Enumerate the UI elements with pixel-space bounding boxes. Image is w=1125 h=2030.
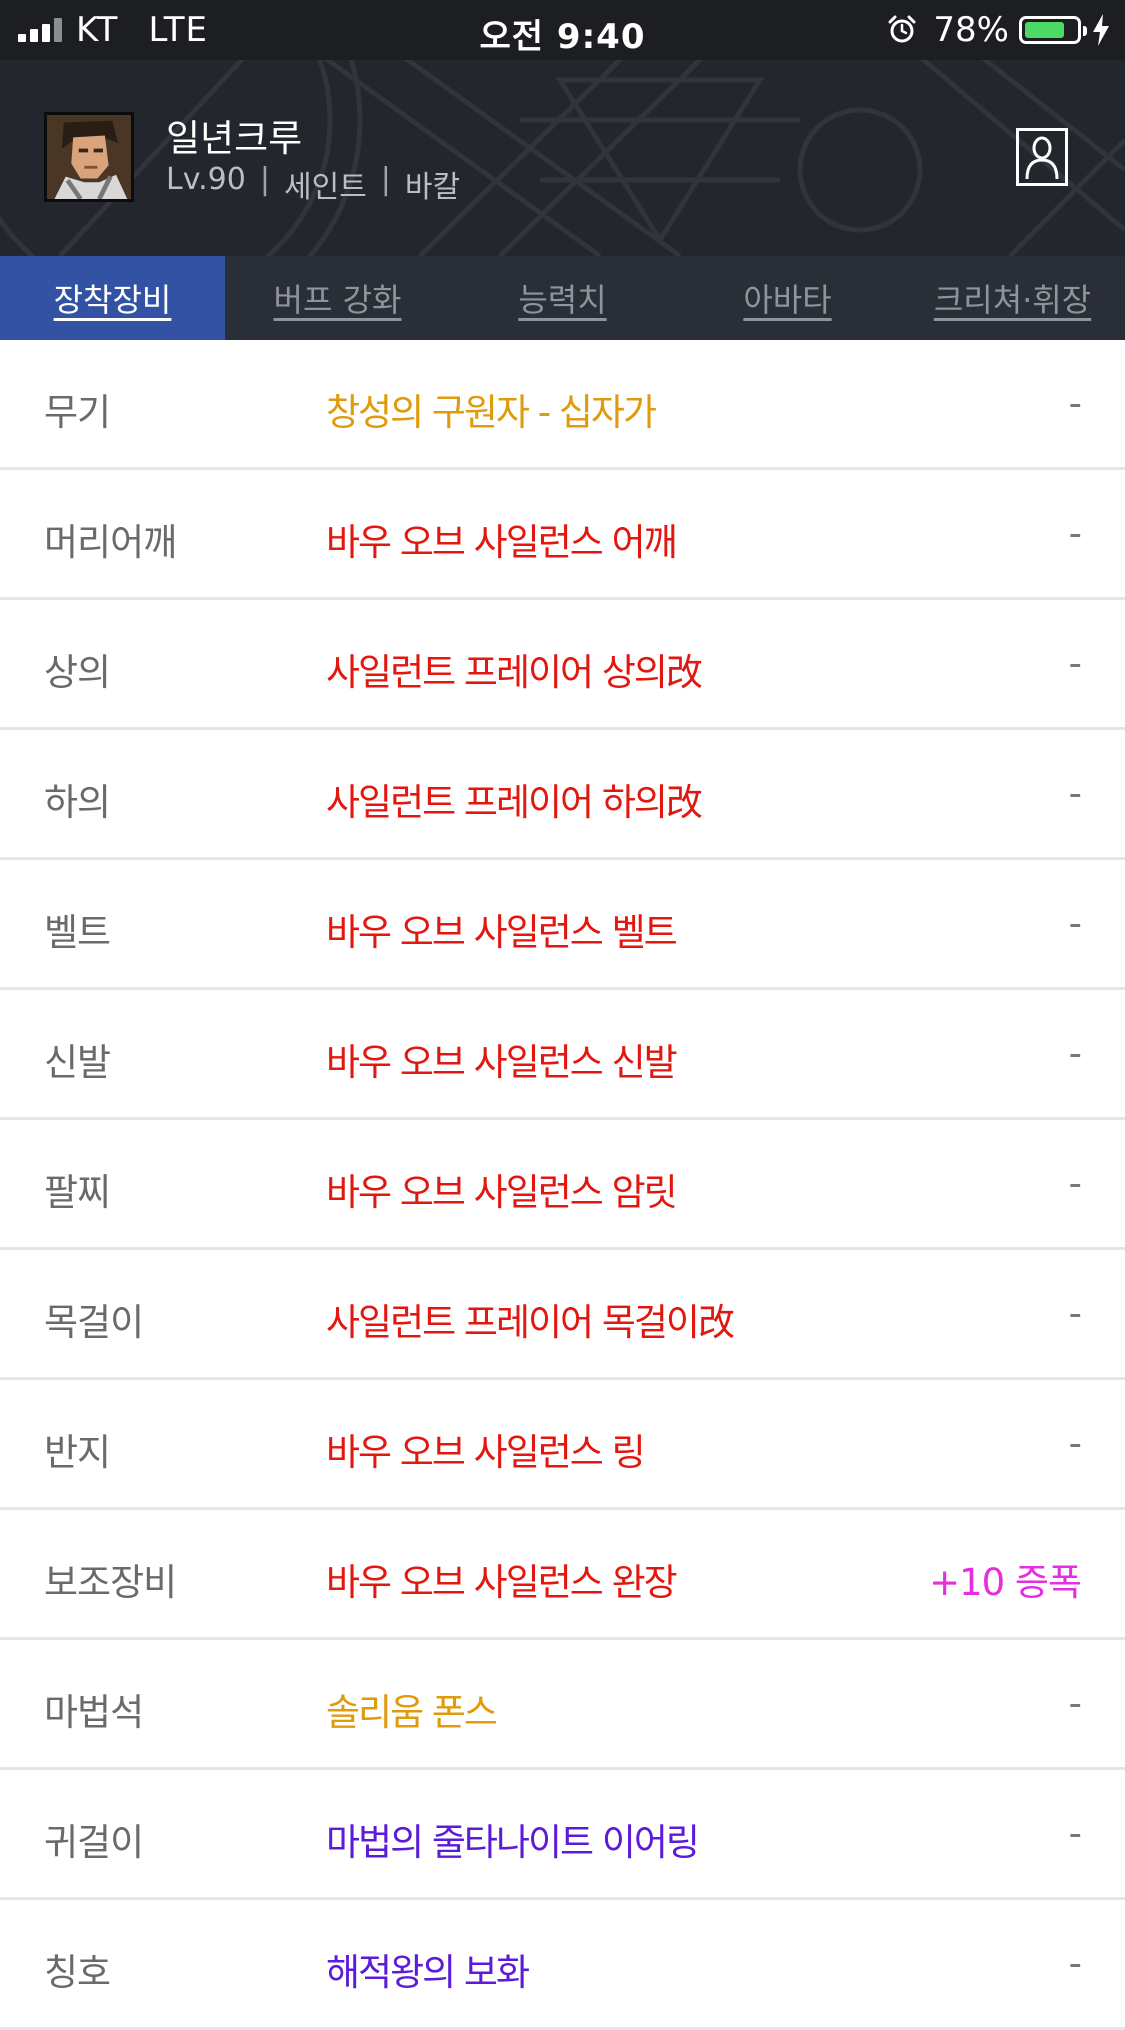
equipment-slot-label: 반지 [44,1431,111,1474]
profile-button[interactable] [1016,128,1068,186]
equipment-slot-label: 팔찌 [44,1171,111,1214]
equipment-item-name[interactable]: 바우 오브 사일런스 신발 [326,1032,678,1086]
equipment-row[interactable]: 벨트 바우 오브 사일런스 벨트 - [0,860,1125,990]
character-name: 일년크루 [166,117,303,160]
profile-icon [1025,136,1059,180]
info-separator: | [380,162,391,197]
equipment-row[interactable]: 하의 사일런트 프레이어 하의改 - [0,730,1125,860]
equipment-row[interactable]: 마법석 솔리움 폰스 - [0,1640,1125,1770]
equipment-slot-label: 하의 [44,781,111,824]
tab-equipment[interactable]: 장착장비 [0,256,225,340]
equipment-enhancement: - [1068,1812,1082,1855]
equipment-item-name[interactable]: 해적왕의 보화 [326,1942,530,1996]
equipment-item-name[interactable]: 사일런트 프레이어 하의改 [326,772,703,826]
equipment-item-name[interactable]: 창성의 구원자 - 십자가 [326,382,657,436]
equipment-item-name[interactable]: 사일런트 프레이어 상의改 [326,642,703,696]
equipment-enhancement: - [1068,382,1082,425]
equipment-row[interactable]: 상의 사일런트 프레이어 상의改 - [0,600,1125,730]
profile-header: 일년크루 Lv.90 | 세인트 | 바칼 [0,60,1125,256]
battery-icon [1019,16,1087,44]
character-job: 세인트 [283,170,367,205]
tab-creature-emblem[interactable]: 크리쳐·휘장 [900,256,1125,340]
equipment-row[interactable]: 팔찌 바우 오브 사일런스 암릿 - [0,1120,1125,1250]
equipment-row[interactable]: 목걸이 사일런트 프레이어 목걸이改 - [0,1250,1125,1380]
equipment-item-name[interactable]: 바우 오브 사일런스 링 [326,1422,646,1476]
battery-level [1025,22,1064,38]
character-portrait-icon [47,115,131,199]
equipment-item-name[interactable]: 바우 오브 사일런스 암릿 [326,1162,678,1216]
status-right: 78% [887,10,1111,50]
equipment-slot-label: 칭호 [44,1951,111,1994]
equipment-enhancement: - [1068,512,1082,555]
equipment-item-name[interactable]: 솔리움 폰스 [326,1682,498,1736]
equipment-slot-label: 보조장비 [44,1561,177,1604]
status-bar: KT LTE 오전 9:40 78% [0,0,1125,60]
equipment-row[interactable]: 보조장비 바우 오브 사일런스 완장 +10 증폭 [0,1510,1125,1640]
equipment-enhancement: +10 증폭 [929,1561,1082,1604]
equipment-slot-label: 머리어깨 [44,521,177,564]
tab-buff-enhance[interactable]: 버프 강화 [225,256,450,340]
equipment-slot-label: 귀걸이 [44,1821,144,1864]
equipment-slot-label: 상의 [44,651,111,694]
equipment-row[interactable]: 머리어깨 바우 오브 사일런스 어깨 - [0,470,1125,600]
equipment-slot-label: 무기 [44,391,111,434]
info-separator: | [259,162,270,197]
equipment-list: 무기 창성의 구원자 - 십자가 - 머리어깨 바우 오브 사일런스 어깨 - 상의 사일런트… [0,340,1125,2030]
character-server: 바칼 [404,170,461,205]
equipment-enhancement: - [1068,642,1082,685]
charging-icon [1093,14,1109,46]
equipment-item-name[interactable]: 마법의 줄타나이트 이어링 [326,1812,700,1866]
equipment-slot-label: 목걸이 [44,1301,144,1344]
equipment-enhancement: - [1068,1292,1082,1335]
tab-avatar[interactable]: 아바타 [675,256,900,340]
equipment-row[interactable]: 반지 바우 오브 사일런스 링 - [0,1380,1125,1510]
equipment-enhancement: - [1068,1032,1082,1075]
equipment-row[interactable]: 귀걸이 마법의 줄타나이트 이어링 - [0,1770,1125,1900]
equipment-enhancement: - [1068,1422,1082,1465]
equipment-slot-label: 마법석 [44,1691,144,1734]
equipment-item-name[interactable]: 바우 오브 사일런스 어깨 [326,512,678,566]
equipment-slot-label: 신발 [44,1041,111,1084]
equipment-slot-label: 벨트 [44,911,111,954]
equipment-row[interactable]: 칭호 해적왕의 보화 - [0,1900,1125,2030]
equipment-enhancement: - [1068,1162,1082,1205]
character-level: Lv.90 [166,162,246,197]
tab-bar: 장착장비 버프 강화 능력치 아바타 크리쳐·휘장 [0,256,1125,340]
equipment-enhancement: - [1068,902,1082,945]
alarm-icon [888,15,916,43]
equipment-row[interactable]: 신발 바우 오브 사일런스 신발 - [0,990,1125,1120]
battery-percent: 78% [933,10,1009,50]
equipment-item-name[interactable]: 바우 오브 사일런스 벨트 [326,902,678,956]
equipment-enhancement: - [1068,772,1082,815]
equipment-item-name[interactable]: 사일런트 프레이어 목걸이改 [326,1292,735,1346]
tab-stats[interactable]: 능력치 [450,256,675,340]
equipment-row[interactable]: 무기 창성의 구원자 - 십자가 - [0,340,1125,470]
equipment-item-name[interactable]: 바우 오브 사일런스 완장 [326,1552,678,1606]
equipment-enhancement: - [1068,1682,1082,1725]
equipment-enhancement: - [1068,1942,1082,1985]
character-info: Lv.90 | 세인트 | 바칼 [166,162,460,206]
avatar[interactable] [44,112,134,202]
